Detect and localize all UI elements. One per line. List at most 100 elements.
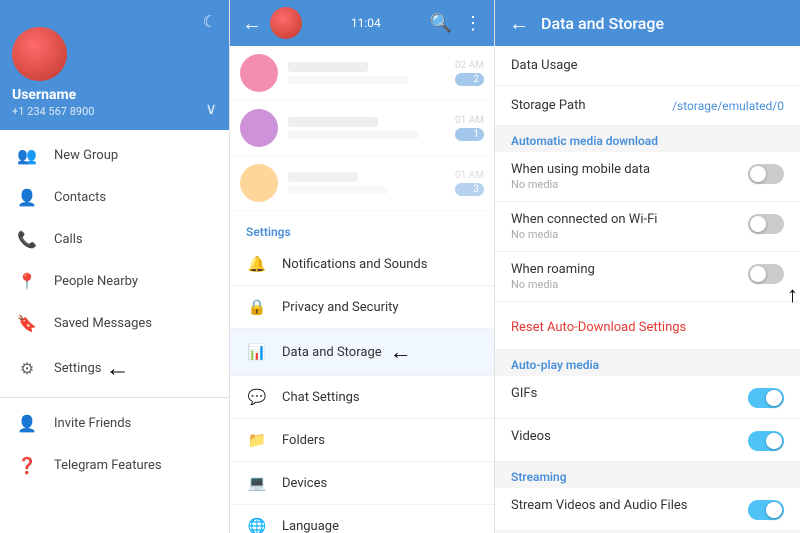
folder-icon: 📁 bbox=[246, 429, 268, 451]
moon-icon: ☾ bbox=[203, 12, 217, 31]
chat-meta: 01 AM 3 bbox=[455, 170, 484, 196]
menu-item-chat-settings[interactable]: 💬 Chat Settings bbox=[230, 376, 494, 419]
streaming-content: Stream Videos and Audio Files bbox=[511, 498, 748, 513]
calls-icon: 📞 bbox=[16, 228, 38, 250]
gifs-label: GIFs bbox=[511, 386, 748, 401]
roaming-arrow-indicator: ↑ bbox=[787, 282, 798, 308]
toggle-knob bbox=[750, 266, 766, 282]
roaming-content: When roaming No media bbox=[511, 262, 748, 291]
mobile-data-label: When using mobile data bbox=[511, 162, 748, 177]
invite-icon: 👤 bbox=[16, 412, 38, 434]
roaming-toggle[interactable] bbox=[748, 264, 784, 284]
notification-icon: 🔔 bbox=[246, 253, 268, 275]
sidebar-header: Username +1 234 567 8900 ☾ ∨ bbox=[0, 0, 229, 130]
chats-panel: ← 11:04 🔍 ⋮ 02 AM 2 bbox=[230, 0, 495, 533]
gifs-toggle[interactable] bbox=[748, 388, 784, 408]
storage-path-value: /storage/emulated/0 bbox=[672, 99, 784, 113]
sidebar-divider bbox=[0, 397, 229, 398]
sidebar-item-telegram-features[interactable]: ❓ Telegram Features bbox=[0, 444, 229, 486]
settings-arrow-indicator: ← bbox=[105, 354, 129, 383]
data-usage-label: Data Usage bbox=[511, 58, 784, 73]
sidebar-item-settings[interactable]: ⚙ Settings ← bbox=[0, 344, 229, 393]
chat-name bbox=[288, 62, 368, 72]
chat-content bbox=[288, 117, 455, 139]
list-item[interactable]: 01 AM 1 bbox=[230, 101, 494, 156]
sidebar-item-label: Saved Messages bbox=[54, 316, 152, 331]
wifi-toggle[interactable] bbox=[748, 214, 784, 234]
sidebar-panel: Username +1 234 567 8900 ☾ ∨ 👥 New Group… bbox=[0, 0, 230, 533]
back-button[interactable]: ← bbox=[509, 11, 529, 36]
sidebar-item-label: Telegram Features bbox=[54, 458, 162, 473]
chat-msg bbox=[288, 76, 408, 84]
search-icon[interactable]: 🔍 bbox=[430, 13, 452, 34]
list-item[interactable]: 01 AM 3 bbox=[230, 156, 494, 211]
sidebar-item-people-nearby[interactable]: 📍 People Nearby bbox=[0, 260, 229, 302]
sidebar-item-label: Calls bbox=[54, 232, 83, 247]
avatar bbox=[240, 109, 278, 147]
reset-row[interactable]: Reset Auto-Download Settings bbox=[495, 302, 800, 350]
menu-item-label: Data and Storage bbox=[282, 345, 382, 360]
roaming-row: When roaming No media ↑ bbox=[495, 252, 800, 302]
streaming-label: Stream Videos and Audio Files bbox=[511, 498, 748, 513]
wifi-label: When connected on Wi-Fi bbox=[511, 212, 748, 227]
data-storage-content: Data Usage Storage Path /storage/emulate… bbox=[495, 46, 800, 533]
storage-path-row[interactable]: Storage Path /storage/emulated/0 bbox=[495, 86, 800, 126]
header-avatar bbox=[270, 7, 302, 39]
menu-item-label: Devices bbox=[282, 476, 327, 491]
sidebar-phone: +1 234 567 8900 bbox=[12, 105, 217, 118]
language-icon: 🌐 bbox=[246, 515, 268, 533]
sidebar-item-label: People Nearby bbox=[54, 274, 138, 289]
roaming-sub: No media bbox=[511, 278, 748, 291]
toggle-knob bbox=[766, 433, 782, 449]
settings-icon: ⚙ bbox=[16, 358, 38, 380]
sidebar-item-new-group[interactable]: 👥 New Group bbox=[0, 134, 229, 176]
chat-list: 02 AM 2 01 AM 1 01 AM 3 bbox=[230, 46, 494, 533]
wifi-sub: No media bbox=[511, 228, 748, 241]
streaming-header: Streaming bbox=[495, 462, 800, 488]
menu-item-label: Language bbox=[282, 519, 339, 533]
sidebar-item-saved-messages[interactable]: 🔖 Saved Messages bbox=[0, 302, 229, 344]
menu-item-privacy[interactable]: 🔒 Privacy and Security bbox=[230, 286, 494, 329]
data-usage-row[interactable]: Data Usage bbox=[495, 46, 800, 86]
videos-toggle[interactable] bbox=[748, 431, 784, 451]
gifs-content: GIFs bbox=[511, 386, 748, 401]
mobile-data-toggle[interactable] bbox=[748, 164, 784, 184]
menu-item-folders[interactable]: 📁 Folders bbox=[230, 419, 494, 462]
header-time: 11:04 bbox=[302, 16, 430, 30]
group-icon: 👥 bbox=[16, 144, 38, 166]
streaming-row: Stream Videos and Audio Files bbox=[495, 488, 800, 531]
chat-content bbox=[288, 172, 455, 194]
data-storage-arrow: ← bbox=[390, 339, 412, 365]
autoplay-header: Auto-play media bbox=[495, 350, 800, 376]
sidebar-item-label: Invite Friends bbox=[54, 416, 131, 431]
back-icon[interactable]: ← bbox=[242, 11, 262, 36]
menu-item-notifications[interactable]: 🔔 Notifications and Sounds bbox=[230, 243, 494, 286]
sidebar-username: Username bbox=[12, 87, 217, 103]
menu-item-label: Folders bbox=[282, 433, 325, 448]
sidebar-item-calls[interactable]: 📞 Calls bbox=[0, 218, 229, 260]
sidebar-item-invite-friends[interactable]: 👤 Invite Friends bbox=[0, 402, 229, 444]
sidebar-nav: 👥 New Group 👤 Contacts 📞 Calls 📍 People … bbox=[0, 130, 229, 533]
chat-icon: 💬 bbox=[246, 386, 268, 408]
chat-msg bbox=[288, 131, 418, 139]
menu-item-data-storage[interactable]: 📊 Data and Storage ← bbox=[230, 329, 494, 376]
toggle-knob bbox=[766, 390, 782, 406]
more-icon[interactable]: ⋮ bbox=[464, 13, 482, 34]
wifi-row: When connected on Wi-Fi No media bbox=[495, 202, 800, 252]
sidebar-item-contacts[interactable]: 👤 Contacts bbox=[0, 176, 229, 218]
chats-header: ← 11:04 🔍 ⋮ bbox=[230, 0, 494, 46]
menu-item-devices[interactable]: 💻 Devices bbox=[230, 462, 494, 505]
reset-label[interactable]: Reset Auto-Download Settings bbox=[511, 320, 686, 335]
roaming-label: When roaming bbox=[511, 262, 748, 277]
gifs-row: GIFs bbox=[495, 376, 800, 419]
wifi-content: When connected on Wi-Fi No media bbox=[511, 212, 748, 241]
menu-item-label: Privacy and Security bbox=[282, 300, 399, 315]
mobile-data-row: When using mobile data No media bbox=[495, 152, 800, 202]
menu-item-label: Chat Settings bbox=[282, 390, 360, 405]
list-item[interactable]: 02 AM 2 bbox=[230, 46, 494, 101]
avatar bbox=[12, 27, 67, 81]
streaming-toggle[interactable] bbox=[748, 500, 784, 520]
toggle-knob bbox=[750, 216, 766, 232]
chevron-down-icon[interactable]: ∨ bbox=[205, 99, 217, 118]
menu-item-language[interactable]: 🌐 Language bbox=[230, 505, 494, 533]
